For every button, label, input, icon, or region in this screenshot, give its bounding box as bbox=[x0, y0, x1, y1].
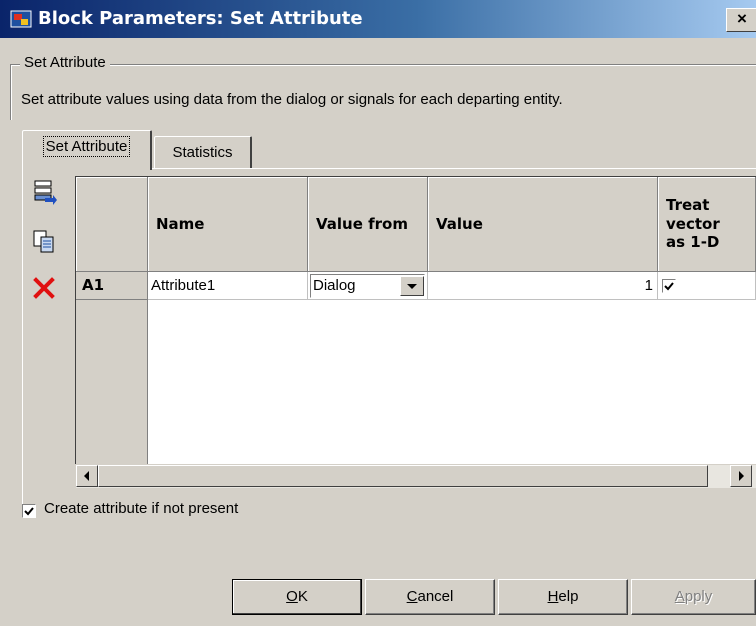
tab-set-attribute[interactable]: Set Attribute bbox=[22, 130, 152, 170]
arrow-right-icon bbox=[739, 471, 744, 481]
cancel-button[interactable]: Cancel bbox=[365, 579, 495, 615]
apply-button[interactable]: Apply bbox=[631, 579, 756, 615]
close-button[interactable]: × bbox=[726, 8, 756, 32]
add-row-button[interactable] bbox=[27, 178, 61, 210]
delete-row-button[interactable] bbox=[27, 275, 61, 307]
block-description: Set attribute values using data from the… bbox=[21, 91, 563, 108]
simulink-block-icon bbox=[10, 9, 32, 29]
window-title: Block Parameters: Set Attribute bbox=[38, 8, 363, 29]
column-header-treat-vector[interactable]: Treat vector as 1-D bbox=[658, 177, 756, 272]
add-row-icon bbox=[34, 180, 57, 205]
cell-name[interactable]: Attribute1 bbox=[148, 272, 308, 300]
cell-value[interactable]: 1 bbox=[428, 272, 658, 300]
create-attribute-checkbox[interactable] bbox=[22, 504, 36, 518]
table-corner-header bbox=[76, 177, 148, 272]
tab-label: Set Attribute bbox=[42, 136, 131, 157]
tab-label: Statistics bbox=[172, 144, 233, 161]
arrow-left-icon bbox=[84, 471, 89, 481]
delete-icon bbox=[33, 277, 55, 299]
groupbox-title: Set Attribute bbox=[20, 54, 110, 71]
close-icon: × bbox=[737, 9, 747, 28]
tab-statistics[interactable]: Statistics bbox=[154, 136, 252, 170]
checkmark-icon bbox=[24, 507, 34, 516]
checkmark-icon bbox=[664, 282, 674, 291]
scroll-thumb[interactable] bbox=[98, 465, 708, 487]
chevron-down-icon bbox=[407, 284, 417, 289]
column-header-name[interactable]: Name bbox=[148, 177, 308, 272]
scroll-left-button[interactable] bbox=[76, 465, 98, 487]
create-attribute-label[interactable]: Create attribute if not present bbox=[44, 500, 238, 517]
ok-button[interactable]: OK bbox=[232, 579, 362, 615]
row-header[interactable]: A1 bbox=[76, 272, 148, 300]
column-header-value[interactable]: Value bbox=[428, 177, 658, 272]
treat-vector-checkbox[interactable] bbox=[662, 279, 676, 293]
scroll-right-button[interactable] bbox=[730, 465, 752, 487]
copy-row-button[interactable] bbox=[27, 226, 61, 258]
help-button[interactable]: Help bbox=[498, 579, 628, 615]
column-header-value-from[interactable]: Value from bbox=[308, 177, 428, 272]
value-from-dropdown-button[interactable] bbox=[400, 276, 424, 296]
copy-row-icon bbox=[33, 230, 54, 253]
